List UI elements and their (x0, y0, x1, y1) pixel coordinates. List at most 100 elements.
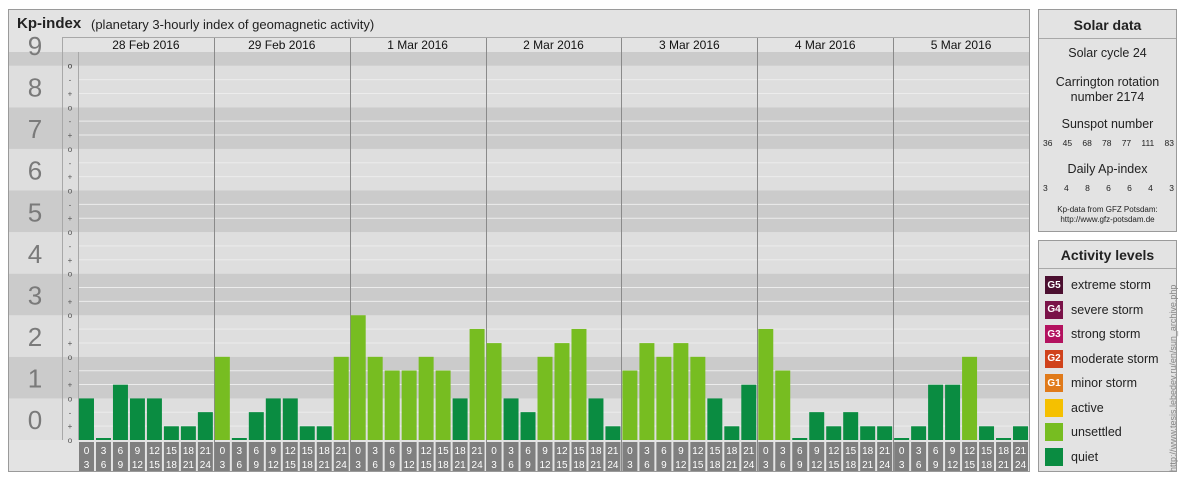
hour-tick-start: 6 (118, 446, 124, 457)
hour-tick-start: 12 (421, 446, 433, 457)
kp-bar-1 (79, 398, 94, 440)
kp-band-6 (9, 148, 1029, 191)
hour-tick-start: 12 (964, 446, 976, 457)
y-minor-tick-label: o (68, 436, 73, 445)
level-swatch: G2 (1045, 349, 1063, 368)
day-label-2: 29 Feb 2016 (248, 38, 316, 52)
hour-tick-start: 9 (271, 446, 277, 457)
solar-data-title: Solar data (1073, 17, 1142, 33)
hour-tick-start: 18 (726, 446, 738, 457)
hour-tick-start: 12 (149, 446, 161, 457)
hour-tick-end: 9 (389, 460, 395, 471)
hour-tick-end: 21 (862, 460, 874, 471)
hour-tick-start: 9 (542, 446, 548, 457)
ap-index-value: 6 (1127, 183, 1132, 193)
y-tick-label-6: 6 (28, 156, 42, 186)
ap-index-value: 4 (1064, 183, 1069, 193)
y-minor-tick-label: o (68, 145, 73, 154)
hour-tick-start: 21 (200, 446, 212, 457)
kp-band-2 (9, 315, 1029, 357)
kp-bar-18 (367, 356, 383, 440)
hour-tick-end: 15 (421, 460, 433, 471)
kp-bar-9 (214, 356, 230, 440)
y-minor-tick-label: - (69, 284, 72, 293)
hour-tick-start: 12 (692, 446, 704, 457)
kp-bar-47 (860, 426, 876, 440)
y-minor-tick-label: o (68, 62, 73, 71)
y-tick-label-9: 9 (28, 31, 42, 61)
y-tick-label-2: 2 (28, 322, 42, 352)
hour-tick-end: 15 (556, 460, 568, 471)
kp-bar-40 (741, 384, 757, 440)
hour-tick-end: 12 (132, 460, 144, 471)
level-label: strong storm (1071, 327, 1141, 341)
kp-bar-23 (452, 398, 468, 440)
kp-bar-55 (996, 438, 1012, 440)
hour-tick-end: 15 (149, 460, 161, 471)
y-minor-tick-label: + (68, 381, 73, 390)
kp-bar-42 (775, 370, 791, 440)
day-label-5: 3 Mar 2016 (659, 38, 720, 52)
sunspot-title: Sunspot number (1061, 117, 1154, 131)
hour-tick-end: 18 (845, 460, 857, 471)
hour-tick-end: 3 (220, 460, 226, 471)
kp-bar-35 (656, 356, 672, 440)
y-minor-tick-label: - (69, 325, 72, 334)
hour-tick-start: 9 (814, 446, 820, 457)
hour-tick-end: 9 (118, 460, 124, 471)
kp-bar-39 (724, 426, 740, 440)
carrington-line-2: number 2174 (1070, 90, 1145, 104)
day-label-7: 5 Mar 2016 (931, 38, 992, 52)
hour-tick-start: 21 (879, 446, 891, 457)
sunspot-value: 83 (1164, 138, 1174, 148)
hour-tick-start: 15 (981, 446, 993, 457)
hour-tick-end: 9 (797, 460, 803, 471)
kp-chart-panel: Kp-index (planetary 3-hourly index of ge… (8, 9, 1030, 472)
kp-bar-2 (95, 438, 111, 440)
hour-tick-end: 24 (743, 460, 755, 471)
kp-bar-54 (979, 426, 995, 440)
kp-bar-17 (350, 315, 366, 440)
level-swatch (1045, 447, 1063, 466)
hour-tick-end: 18 (981, 460, 993, 471)
day-label-4: 2 Mar 2016 (523, 38, 584, 52)
hour-tick-start: 18 (319, 446, 331, 457)
hour-tick-end: 21 (455, 460, 467, 471)
level-label: severe storm (1071, 302, 1144, 317)
hour-tick-end: 21 (590, 460, 602, 471)
y-minor-tick-label: o (68, 186, 73, 195)
hour-tick-start: 0 (763, 446, 769, 457)
hour-tick-start: 18 (998, 446, 1010, 457)
hour-tick-start: 3 (644, 446, 650, 457)
activity-level-quiet: quiet (1045, 447, 1098, 467)
hour-tick-end: 15 (964, 460, 976, 471)
hour-tick-start: 18 (183, 446, 195, 457)
y-minor-tick-label: + (68, 422, 73, 431)
hour-tick-start: 6 (933, 446, 939, 457)
y-minor-tick-label: + (68, 256, 73, 265)
hour-tick-end: 24 (336, 460, 348, 471)
level-swatch: G5 (1045, 276, 1063, 294)
kp-band-3 (9, 273, 1029, 316)
activity-level-extreme-storm: G5 extreme storm (1045, 275, 1151, 295)
hour-tick-start: 3 (237, 446, 243, 457)
hour-tick-end: 15 (692, 460, 704, 471)
kp-bar-46 (843, 412, 859, 440)
kp-bar-31 (588, 398, 604, 440)
hour-tick-end: 21 (998, 460, 1010, 471)
hour-tick-start: 15 (166, 446, 178, 457)
hour-tick-start: 12 (285, 446, 297, 457)
hour-tick-start: 3 (508, 446, 514, 457)
y-minor-tick-label: - (69, 242, 72, 251)
hour-tick-end: 9 (525, 460, 531, 471)
ap-index-values: 3 4 8 6 6 4 3 (1043, 183, 1174, 193)
level-label: active (1071, 400, 1104, 415)
hour-tick-end: 24 (879, 460, 891, 471)
kp-band-5 (9, 190, 1029, 233)
hour-tick-end: 6 (101, 460, 107, 471)
sunspot-value: 78 (1102, 138, 1112, 148)
source-link[interactable]: http://www.gfz-potsdam.de (1039, 215, 1176, 225)
level-swatch: G3 (1045, 325, 1063, 343)
sunspot-value: 45 (1062, 138, 1073, 148)
hour-tick-start: 21 (336, 446, 348, 457)
